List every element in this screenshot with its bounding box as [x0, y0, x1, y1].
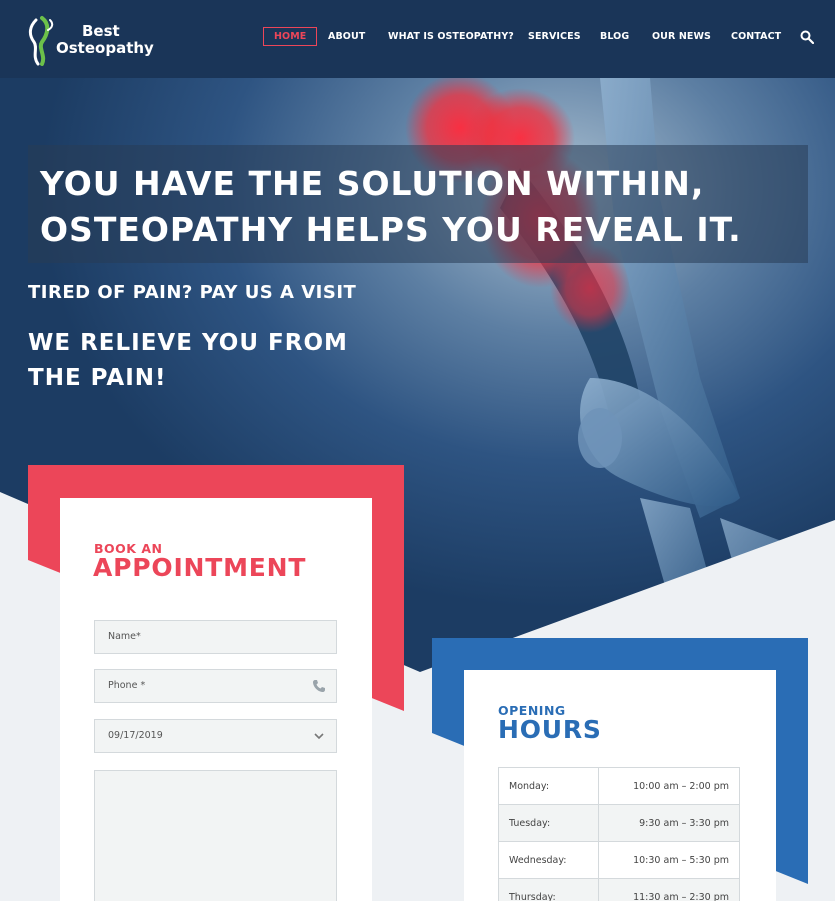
- table-row: Monday: 10:00 am – 2:00 pm: [498, 767, 740, 805]
- hours-heading: HOURS: [498, 715, 602, 744]
- site-logo[interactable]: Best Osteopathy: [26, 14, 166, 66]
- nav-contact[interactable]: CONTACT: [731, 28, 781, 47]
- chevron-down-icon: [314, 733, 324, 740]
- day-cell: Wednesday:: [498, 841, 599, 879]
- time-cell: 11:30 am – 2:30 pm: [598, 878, 740, 901]
- nav-blog[interactable]: BLOG: [600, 28, 629, 47]
- message-textarea[interactable]: [94, 770, 337, 901]
- logo-line2: Osteopathy: [56, 39, 154, 57]
- nav-services[interactable]: SERVICES: [528, 28, 581, 47]
- nav-what-is-osteopathy[interactable]: WHAT IS OSTEOPATHY?: [388, 28, 514, 47]
- phone-icon: [313, 680, 325, 692]
- time-cell: 10:30 am – 5:30 pm: [598, 841, 740, 879]
- site-header: Best Osteopathy HOME ABOUT WHAT IS OSTEO…: [0, 0, 835, 78]
- day-cell: Thursday:: [498, 878, 599, 901]
- appointment-heading: APPOINTMENT: [93, 553, 307, 582]
- day-cell: Tuesday:: [498, 804, 599, 842]
- logo-line1: Best: [82, 22, 120, 40]
- table-row: Thursday: 11:30 am – 2:30 pm: [498, 878, 740, 901]
- phone-placeholder: Phone *: [108, 680, 146, 691]
- name-field[interactable]: Name*: [94, 620, 337, 654]
- search-icon[interactable]: [800, 30, 814, 44]
- nav-home[interactable]: HOME: [263, 27, 318, 46]
- nav-our-news[interactable]: OUR NEWS: [652, 28, 711, 47]
- time-cell: 9:30 am – 3:30 pm: [598, 804, 740, 842]
- day-cell: Monday:: [498, 767, 599, 805]
- time-cell: 10:00 am – 2:00 pm: [598, 767, 740, 805]
- hours-table: Monday: 10:00 am – 2:00 pm Tuesday: 9:30…: [498, 767, 740, 901]
- table-row: Wednesday: 10:30 am – 5:30 pm: [498, 841, 740, 879]
- spine-logo-icon: [28, 16, 54, 66]
- date-value: 09/17/2019: [108, 730, 163, 741]
- phone-field[interactable]: Phone *: [94, 669, 337, 703]
- date-select[interactable]: 09/17/2019: [94, 719, 337, 753]
- table-row: Tuesday: 9:30 am – 3:30 pm: [498, 804, 740, 842]
- name-placeholder: Name*: [108, 631, 141, 642]
- nav-about[interactable]: ABOUT: [328, 28, 365, 47]
